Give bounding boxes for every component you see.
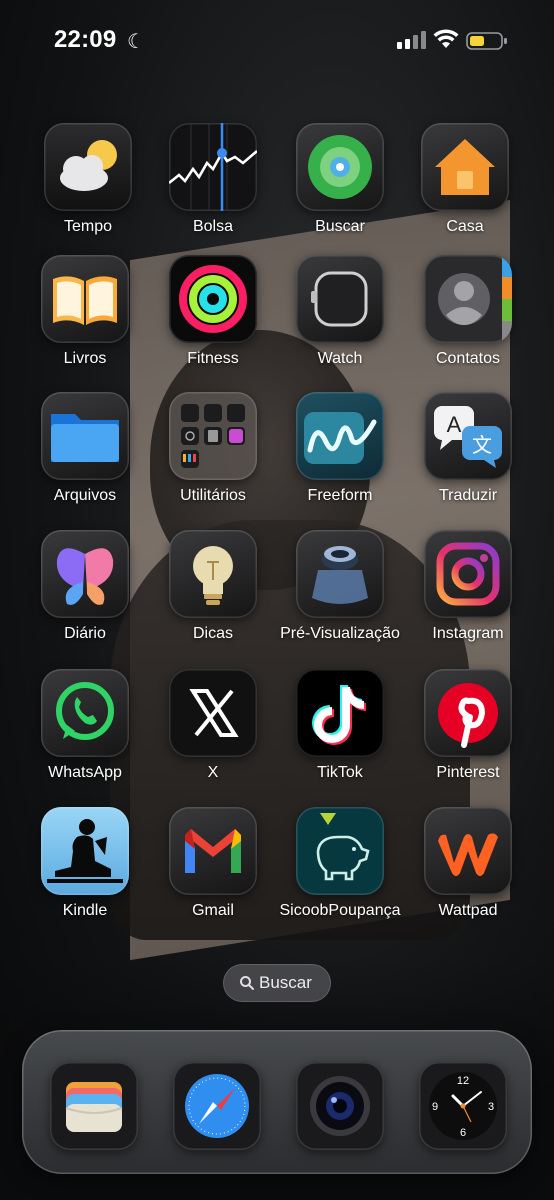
- app-x[interactable]: X: [158, 669, 268, 809]
- find-my-icon: [296, 123, 384, 211]
- app-label: Dicas: [192, 625, 233, 642]
- app-arquivos[interactable]: Arquivos: [30, 392, 140, 532]
- cellular-signal-icon: [397, 31, 426, 49]
- battery-icon: [466, 32, 507, 50]
- app-label: Kindle: [62, 902, 108, 919]
- utilities-folder-icon: [169, 392, 257, 480]
- search-icon: [240, 976, 254, 990]
- preview-loupe-icon: [296, 530, 384, 618]
- dock-clock[interactable]: 12 3 6 9: [408, 1030, 518, 1170]
- piggy-bank-icon: [296, 807, 384, 895]
- wallet-icon: [50, 1062, 138, 1150]
- app-label: WhatsApp: [48, 764, 122, 781]
- app-label: Traduzir: [438, 487, 498, 504]
- app-label: Pré-Visualização: [280, 625, 400, 642]
- app-label: Utilitários: [180, 487, 246, 504]
- whatsapp-icon: [41, 669, 129, 757]
- dock-safari[interactable]: [162, 1030, 272, 1170]
- app-whatsapp[interactable]: WhatsApp: [30, 669, 140, 809]
- app-fitness[interactable]: Fitness: [158, 255, 268, 395]
- app-label: TikTok: [317, 764, 363, 781]
- pinterest-icon: [424, 669, 512, 757]
- app-label: Arquivos: [53, 487, 117, 504]
- home-icon: [421, 123, 509, 211]
- app-label: Tempo: [63, 218, 113, 235]
- dock-camera[interactable]: [285, 1030, 395, 1170]
- app-label: Livros: [63, 350, 107, 367]
- svg-text:12: 12: [457, 1075, 469, 1087]
- x-logo-icon: [169, 669, 257, 757]
- books-icon: [41, 255, 129, 343]
- home-search-button[interactable]: Buscar: [223, 964, 331, 1002]
- wifi-icon: [433, 29, 459, 48]
- files-folder-icon: [41, 392, 129, 480]
- svg-text:3: 3: [488, 1101, 494, 1113]
- dock: 12 3 6 9: [22, 1030, 532, 1174]
- svg-text:A: A: [447, 412, 462, 437]
- app-tempo[interactable]: Tempo: [33, 123, 143, 263]
- app-wattpad[interactable]: Wattpad: [413, 807, 523, 947]
- gmail-icon: [169, 807, 257, 895]
- app-bolsa[interactable]: Bolsa: [158, 123, 268, 263]
- svg-text:9: 9: [432, 1101, 438, 1113]
- app-freeform[interactable]: Freeform: [285, 392, 395, 532]
- app-utilitarios[interactable]: Utilitários: [158, 392, 268, 532]
- app-sicoob-poupanca[interactable]: SicoobPoupança: [280, 807, 400, 947]
- tiktok-icon: [296, 669, 384, 757]
- app-gmail[interactable]: Gmail: [158, 807, 268, 947]
- app-diario[interactable]: Diário: [30, 530, 140, 670]
- freeform-icon: [296, 392, 384, 480]
- camera-lens-icon: [296, 1062, 384, 1150]
- app-label: Gmail: [192, 902, 234, 919]
- app-label: Fitness: [187, 350, 239, 367]
- safari-compass-icon: [173, 1062, 261, 1150]
- weather-icon: [44, 123, 132, 211]
- app-instagram[interactable]: Instagram: [413, 530, 523, 670]
- journal-butterfly-icon: [41, 530, 129, 618]
- translate-icon: A文: [424, 392, 512, 480]
- contacts-icon: [424, 255, 512, 343]
- app-label: SicoobPoupança: [279, 902, 401, 919]
- app-label: Freeform: [307, 487, 373, 504]
- clock-face-icon: 12 3 6 9: [419, 1062, 507, 1150]
- app-label: Contatos: [435, 350, 501, 367]
- app-label: Watch: [317, 350, 363, 367]
- svg-text:文: 文: [472, 433, 492, 457]
- app-label: Casa: [446, 218, 484, 235]
- app-casa[interactable]: Casa: [410, 123, 520, 263]
- watch-icon: [296, 255, 384, 343]
- app-watch[interactable]: Watch: [285, 255, 395, 395]
- status-bar: 22:09 ☾: [0, 0, 554, 80]
- app-contatos[interactable]: Contatos: [413, 255, 523, 395]
- app-label: Bolsa: [192, 218, 234, 235]
- search-label: Buscar: [259, 973, 312, 992]
- app-dicas[interactable]: Dicas: [158, 530, 268, 670]
- app-traduzir[interactable]: A文 Traduzir: [413, 392, 523, 532]
- stocks-icon: [169, 123, 257, 211]
- app-label: Diário: [64, 625, 106, 642]
- tips-lightbulb-icon: [169, 530, 257, 618]
- app-tiktok[interactable]: TikTok: [285, 669, 395, 809]
- wattpad-icon: [424, 807, 512, 895]
- app-label: Buscar: [315, 218, 365, 235]
- svg-text:6: 6: [460, 1127, 466, 1139]
- app-livros[interactable]: Livros: [30, 255, 140, 395]
- app-pinterest[interactable]: Pinterest: [413, 669, 523, 809]
- instagram-icon: [424, 530, 512, 618]
- app-label: Pinterest: [436, 764, 500, 781]
- clock-time: 22:09: [54, 26, 117, 53]
- kindle-reader-icon: [41, 807, 129, 895]
- dock-wallet[interactable]: [39, 1030, 149, 1170]
- app-label: Wattpad: [438, 902, 498, 919]
- focus-moon-icon: ☾: [127, 31, 145, 53]
- app-pre-visualizacao[interactable]: Pré-Visualização: [280, 530, 400, 670]
- app-label: X: [207, 764, 219, 781]
- app-kindle[interactable]: Kindle: [30, 807, 140, 947]
- app-buscar[interactable]: Buscar: [285, 123, 395, 263]
- activity-rings-icon: [169, 255, 257, 343]
- app-label: Instagram: [432, 625, 504, 642]
